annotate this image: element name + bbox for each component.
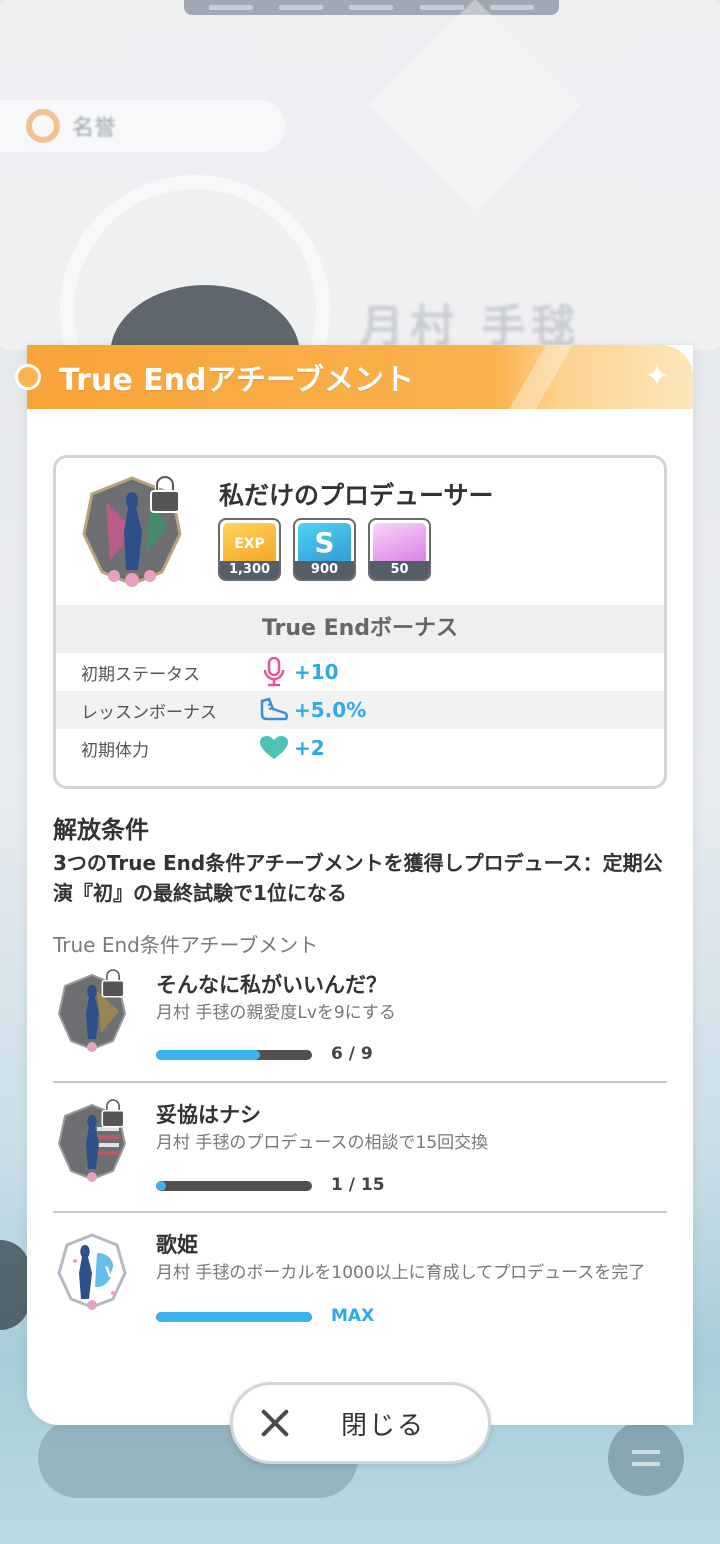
condition-item[interactable]: 妥協はナシ 月村 手毬のプロデュースの相談で15回交換 1 / 15 — [53, 1083, 667, 1213]
bonus-label: 初期体力 — [81, 740, 149, 761]
condition-progress-bar — [156, 1312, 312, 1322]
condition-emblem-icon: V — [57, 1233, 127, 1310]
bonus-header: True Endボーナス — [56, 605, 664, 653]
bonus-value: +5.0% — [294, 698, 367, 722]
condition-title: 歌姫 — [156, 1233, 198, 1257]
lock-icon — [101, 968, 125, 998]
reward-gem-count: 50 — [370, 561, 429, 579]
lock-icon — [150, 475, 180, 513]
condition-progress-bar — [156, 1181, 312, 1191]
svg-text:V: V — [105, 1265, 116, 1281]
bonus-row-lesson: レッスンボーナス +5.0% — [56, 691, 664, 729]
condition-title: 妥協はナシ — [156, 1103, 261, 1127]
modal-header: True Endアチーブメント ✦ — [15, 345, 693, 409]
close-icon — [259, 1407, 291, 1439]
condition-item[interactable]: そんなに私がいいんだ？ 月村 手毬の親愛度Lvを9にする 6 / 9 — [53, 953, 667, 1083]
sparkle-icon: ✦ — [644, 359, 670, 394]
bonus-row-initial-status: 初期ステータス +10 — [56, 653, 664, 691]
lock-icon — [101, 1098, 125, 1128]
reward-exp[interactable]: EXP 1,300 — [218, 518, 281, 581]
bonus-label: 初期ステータス — [81, 664, 200, 685]
modal-title: True Endアチーブメント — [59, 363, 415, 398]
unlock-condition-title: 解放条件 — [53, 816, 149, 844]
condition-progress-text: 1 / 15 — [331, 1175, 385, 1195]
reward-exp-count: 1,300 — [220, 561, 279, 579]
reward-gem[interactable]: 50 — [368, 518, 431, 581]
bg-honor-label: 名誉 — [72, 116, 117, 141]
achievement-title: 私だけのプロデューサー — [219, 481, 494, 510]
microphone-icon — [258, 657, 290, 687]
close-button-label: 閉じる — [341, 1410, 426, 1441]
heart-icon — [258, 733, 290, 763]
header-badge-icon — [15, 364, 41, 390]
condition-description: 月村 手毬のボーカルを1000以上に育成してプロデュースを完了 — [156, 1263, 646, 1283]
unlock-condition-text: 3つのTrue End条件アチーブメントを獲得しプロデュース：定期公演『初』の最… — [53, 851, 663, 905]
condition-progress-text: MAX — [331, 1306, 375, 1326]
achievement-card: 私だけのプロデューサー EXP 1,300 S 900 50 True Endボ… — [53, 455, 667, 789]
dance-shoe-icon — [258, 695, 290, 725]
condition-item[interactable]: V 歌姫 月村 手毬のボーカルを1000以上に育成してプロデュースを完了 MAX — [53, 1213, 667, 1343]
condition-progress-text: 6 / 9 — [331, 1044, 373, 1064]
sun-icon — [26, 109, 60, 143]
bonus-value: +10 — [294, 660, 339, 684]
reward-list: EXP 1,300 S 900 50 — [218, 518, 431, 581]
condition-title: そんなに私がいいんだ？ — [156, 973, 387, 997]
bonus-value: +2 — [294, 736, 325, 760]
bonus-row-initial-stamina: 初期体力 +2 — [56, 729, 664, 767]
achievement-modal: True Endアチーブメント ✦ 私だけのプロデューサー EXP 1,300 — [15, 345, 693, 1425]
bg-side-element — [0, 1240, 30, 1330]
condition-description: 月村 手毬の親愛度Lvを9にする — [156, 1003, 396, 1023]
reward-s-coin[interactable]: S 900 — [293, 518, 356, 581]
condition-progress-bar — [156, 1050, 312, 1060]
reward-exp-mark: EXP — [234, 536, 265, 552]
reward-s-mark: S — [314, 526, 335, 559]
condition-description: 月村 手毬のプロデュースの相談で15回交換 — [156, 1133, 489, 1153]
bg-honor-pill: 名誉 — [0, 100, 285, 152]
menu-icon — [608, 1420, 684, 1496]
close-button[interactable]: 閉じる — [230, 1382, 491, 1464]
reward-s-count: 900 — [295, 561, 354, 579]
bonus-label: レッスンボーナス — [81, 702, 217, 723]
